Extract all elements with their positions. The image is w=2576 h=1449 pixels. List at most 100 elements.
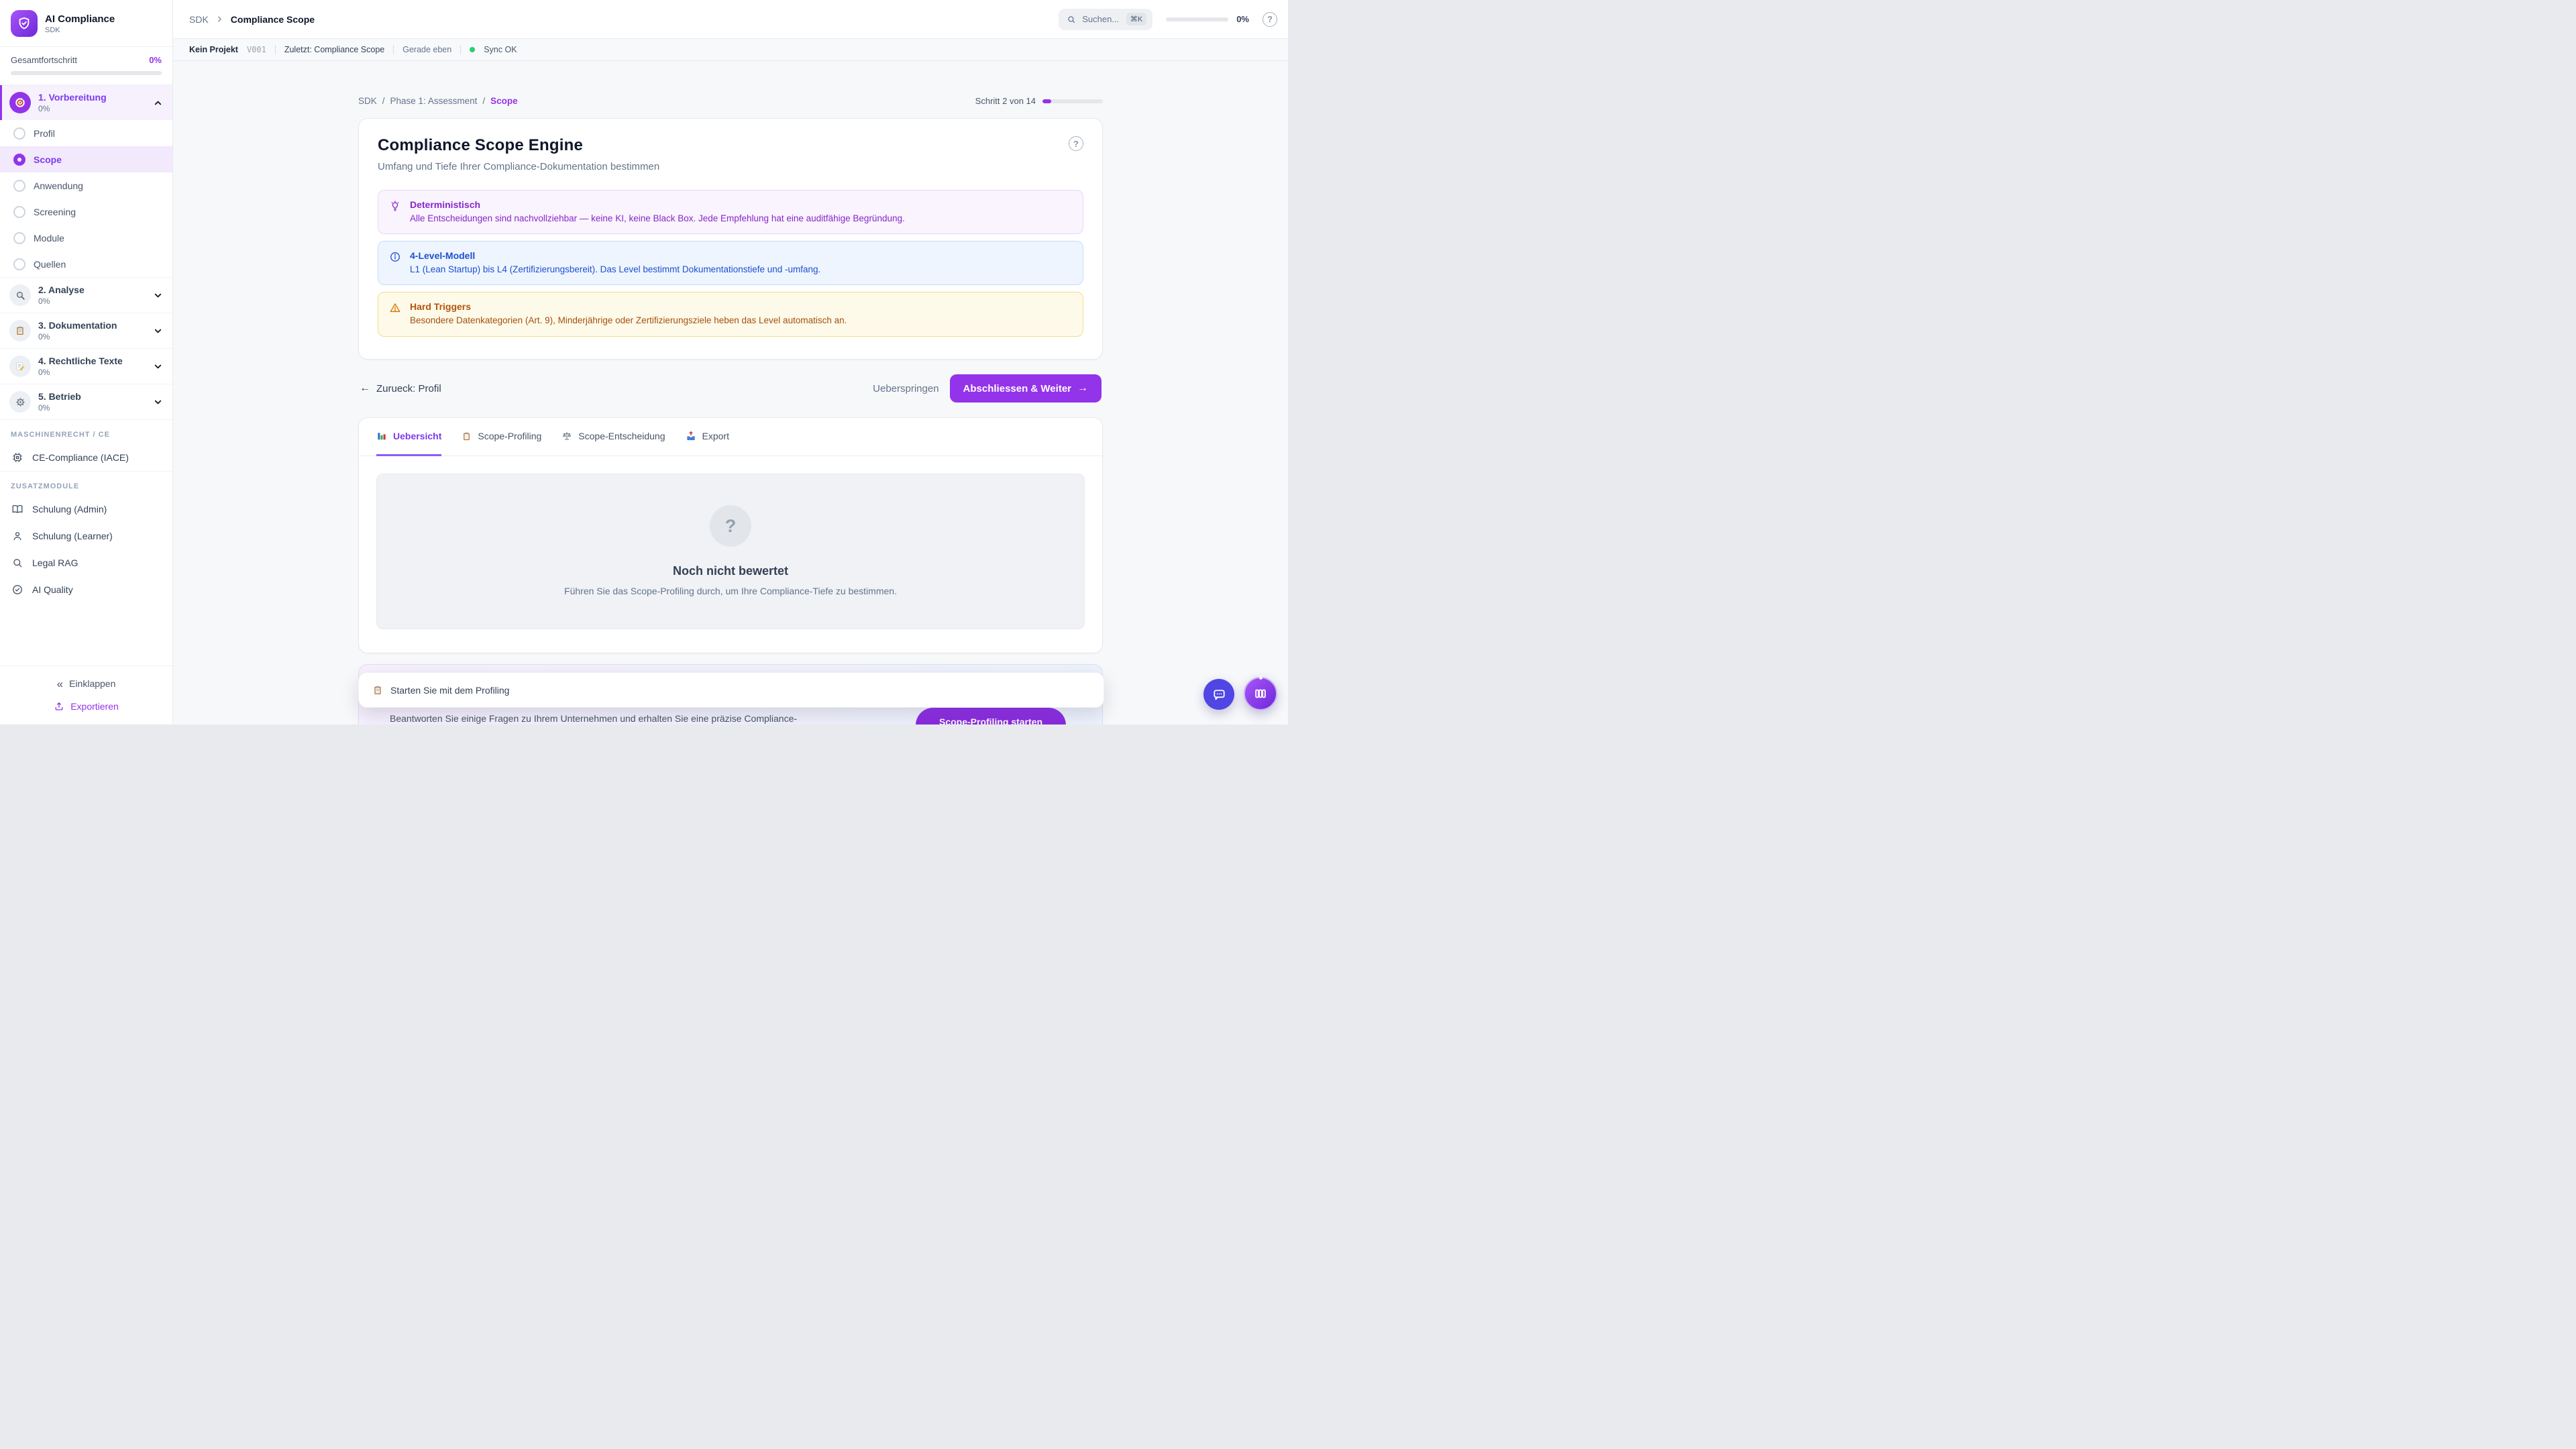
- sync-status-dot: [470, 47, 475, 52]
- radio-unchecked-icon: [13, 180, 25, 192]
- sidebar-item-legal-rag[interactable]: Legal RAG: [0, 549, 172, 576]
- skip-button[interactable]: Ueberspringen: [873, 383, 938, 394]
- chevron-up-icon: [153, 98, 163, 108]
- columns-fab-button[interactable]: [1244, 677, 1277, 710]
- sidebar-item-label: Quellen: [34, 259, 66, 270]
- info-box-title: Hard Triggers: [410, 301, 847, 312]
- search-input[interactable]: Suchen... ⌘K: [1059, 9, 1152, 30]
- last-time: Gerade eben: [402, 45, 451, 54]
- sidebar-phase-vorbereitung[interactable]: 1. Vorbereitung 0%: [0, 85, 172, 120]
- export-button[interactable]: Exportieren: [11, 698, 162, 715]
- sidebar-item-profil[interactable]: Profil: [0, 120, 172, 146]
- help-icon[interactable]: ?: [1263, 12, 1277, 27]
- info-box-title: Deterministisch: [410, 199, 905, 210]
- search-icon: [11, 557, 24, 569]
- book-open-icon: [11, 503, 24, 515]
- chevron-right-icon: [215, 15, 224, 23]
- start-scope-profiling-label: Scope-Profiling starten: [939, 716, 1042, 724]
- tab-scope-entscheidung[interactable]: Scope-Entscheidung: [561, 418, 665, 456]
- divider: [275, 45, 276, 54]
- page-title: Compliance Scope Engine: [378, 136, 659, 155]
- main-content: SDK / Phase 1: Assessment / Scope Schrit…: [173, 61, 1288, 724]
- breadcrumb-root[interactable]: SDK: [189, 14, 209, 25]
- upload-icon: [54, 701, 64, 712]
- complete-next-label: Abschliessen & Weiter: [963, 383, 1071, 394]
- sidebar-item-label: CE-Compliance (IACE): [32, 452, 129, 463]
- empty-state-panel: ? Noch nicht bewertet Führen Sie das Sco…: [376, 474, 1085, 629]
- complete-next-button[interactable]: Abschliessen & Weiter →: [950, 374, 1102, 402]
- chevron-down-icon: [153, 362, 163, 372]
- crumb-phase[interactable]: Phase 1: Assessment: [390, 96, 478, 106]
- back-button[interactable]: ← Zurueck: Profil: [360, 383, 441, 394]
- empty-state-title: Noch nicht bewertet: [390, 564, 1071, 578]
- scales-icon: [561, 431, 572, 441]
- sidebar-phase-dokumentation[interactable]: 3. Dokumentation 0%: [0, 313, 172, 348]
- crumb-separator: /: [482, 96, 485, 106]
- sidebar-item-scope[interactable]: Scope: [0, 146, 172, 172]
- card-help-icon[interactable]: ?: [1069, 136, 1083, 151]
- sidebar-phase-betrieb[interactable]: 5. Betrieb 0%: [0, 384, 172, 419]
- empty-state-text: Führen Sie das Scope-Profiling durch, um…: [390, 586, 1071, 596]
- chevron-down-icon: [153, 290, 163, 301]
- tab-export[interactable]: Export: [686, 418, 729, 456]
- group-title-maschinenrecht: MASCHINENRECHT / CE: [0, 419, 172, 444]
- callout-text: Beantworten Sie einige Fragen zu Ihrem U…: [390, 713, 797, 724]
- sidebar-nav: 1. Vorbereitung 0% Profil Scope Anwendun…: [0, 85, 172, 665]
- sidebar-item-label: Schulung (Admin): [32, 504, 107, 515]
- sidebar-item-schulung-admin[interactable]: Schulung (Admin): [0, 496, 172, 523]
- crumb-separator: /: [382, 96, 385, 106]
- tab-label: Scope-Entscheidung: [578, 431, 665, 441]
- chat-bubble-icon: [1212, 687, 1227, 702]
- phase-percent: 0%: [38, 104, 146, 113]
- topbar: SDK Compliance Scope Suchen... ⌘K 0% ?: [173, 0, 1288, 39]
- sidebar-item-ce-compliance[interactable]: CE-Compliance (IACE): [0, 444, 172, 471]
- search-placeholder: Suchen...: [1082, 14, 1120, 24]
- arrow-left-icon: ←: [360, 383, 370, 394]
- scope-tabs-card: Uebersicht Scope-Profiling Scope-Entsche…: [358, 417, 1103, 653]
- project-name: Kein Projekt: [189, 45, 238, 54]
- sidebar-item-quellen[interactable]: Quellen: [0, 251, 172, 277]
- question-mark-icon: ?: [710, 505, 751, 547]
- sidebar-item-anwendung[interactable]: Anwendung: [0, 172, 172, 199]
- start-scope-profiling-button[interactable]: Scope-Profiling starten: [916, 708, 1066, 724]
- target-icon: [9, 92, 31, 113]
- chat-fab-button[interactable]: [1203, 679, 1234, 710]
- radio-checked-icon: [13, 154, 25, 166]
- sidebar-phase-rechtliche-texte[interactable]: 4. Rechtliche Texte 0%: [0, 348, 172, 384]
- status-bar: Kein Projekt V001 Zuletzt: Compliance Sc…: [173, 39, 1288, 61]
- radio-unchecked-icon: [13, 206, 25, 218]
- phase-label: 3. Dokumentation: [38, 320, 146, 331]
- radio-unchecked-icon: [13, 258, 25, 270]
- clipboard-icon: [372, 685, 383, 696]
- keyboard-shortcut-badge: ⌘K: [1126, 13, 1146, 25]
- tab-scope-profiling[interactable]: Scope-Profiling: [462, 418, 541, 456]
- group-title-zusatzmodule: ZUSATZMODULE: [0, 471, 172, 496]
- overall-progress: Gesamtfortschritt 0%: [0, 47, 172, 85]
- sidebar-item-ai-quality[interactable]: AI Quality: [0, 576, 172, 603]
- app-logo-block: AI Compliance SDK: [0, 0, 172, 47]
- info-box-text: Besondere Datenkategorien (Art. 9), Mind…: [410, 315, 847, 327]
- sidebar-item-screening[interactable]: Screening: [0, 199, 172, 225]
- gear-icon: [9, 391, 31, 413]
- phase-percent: 0%: [38, 297, 146, 306]
- divider: [393, 45, 394, 54]
- back-label: Zurueck: Profil: [376, 383, 441, 394]
- clipboard-icon: [9, 320, 31, 341]
- crumb-current: Scope: [490, 96, 518, 106]
- double-chevron-left-icon: «: [57, 678, 63, 690]
- sidebar: AI Compliance SDK Gesamtfortschritt 0% 1…: [0, 0, 173, 724]
- sidebar-phase-analyse[interactable]: 2. Analyse 0%: [0, 277, 172, 313]
- info-box-4-level-modell: 4-Level-Modell L1 (Lean Startup) bis L4 …: [378, 241, 1083, 285]
- phase-percent: 0%: [38, 332, 146, 341]
- info-box-text: Alle Entscheidungen sind nachvollziehbar…: [410, 213, 905, 225]
- divider: [460, 45, 461, 54]
- crumb-root[interactable]: SDK: [358, 96, 377, 106]
- export-label: Exportieren: [70, 701, 119, 712]
- tab-uebersicht[interactable]: Uebersicht: [376, 418, 441, 456]
- info-box-text: L1 (Lean Startup) bis L4 (Zertifizierung…: [410, 264, 820, 276]
- sidebar-item-schulung-learner[interactable]: Schulung (Learner): [0, 523, 172, 549]
- step-indicator: Schritt 2 von 14: [975, 96, 1103, 106]
- profiling-hint-toast[interactable]: Starten Sie mit dem Profiling: [358, 672, 1104, 708]
- sidebar-item-module[interactable]: Module: [0, 225, 172, 251]
- collapse-sidebar-button[interactable]: « Einklappen: [11, 675, 162, 692]
